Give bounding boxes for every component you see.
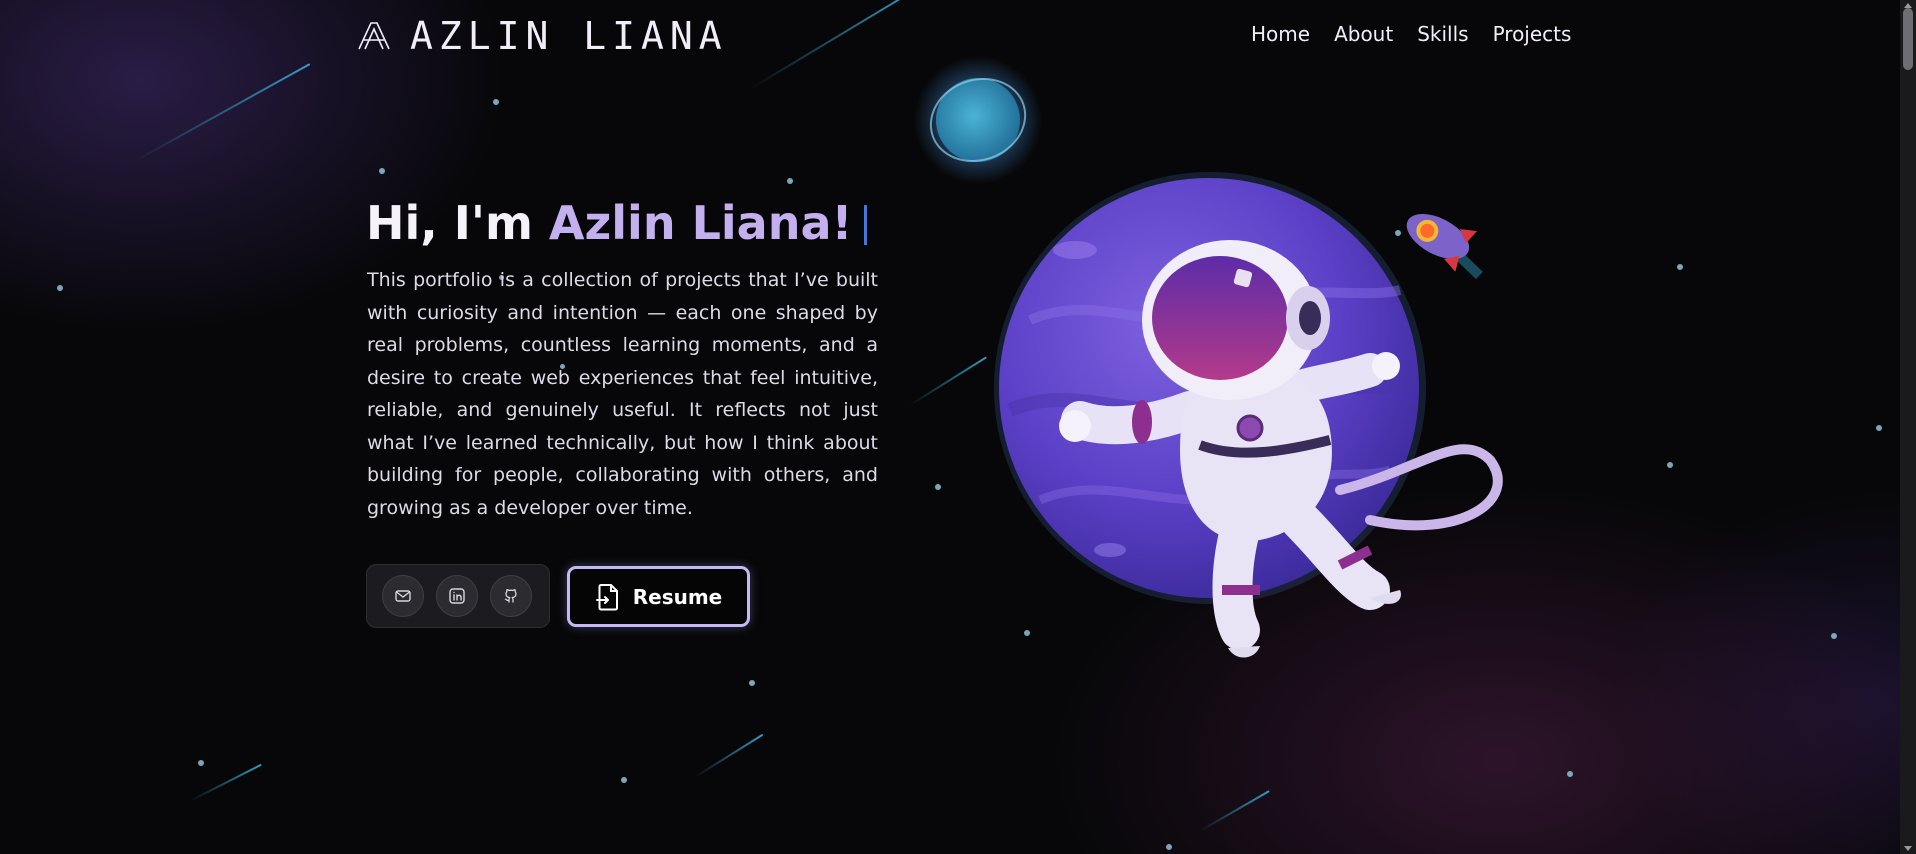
nav-about[interactable]: About [1334, 22, 1393, 46]
star [379, 168, 385, 174]
letter-a-logo-icon [358, 22, 390, 50]
star [1166, 844, 1172, 850]
meteor [134, 63, 311, 162]
main-nav: Home About Skills Projects [1251, 22, 1571, 46]
github-icon [504, 589, 517, 603]
star [1667, 462, 1673, 468]
linkedin-icon [449, 588, 465, 604]
star [57, 285, 63, 291]
star [1677, 264, 1683, 270]
star [198, 760, 204, 766]
hero-name: Azlin Liana! [548, 196, 853, 250]
hero-description: This portfolio is a collection of projec… [367, 269, 878, 519]
scrollbar-thumb[interactable] [1903, 8, 1913, 70]
github-button[interactable] [490, 575, 532, 617]
star [621, 777, 627, 783]
social-links [366, 564, 550, 628]
meteor [189, 763, 262, 802]
page-scrollbar[interactable] [1900, 0, 1916, 854]
email-button[interactable] [382, 575, 424, 617]
hero-title: Hi, I'm Azlin Liana! [366, 196, 868, 250]
typing-caret [864, 205, 868, 245]
star [749, 680, 755, 686]
nav-home[interactable]: Home [1251, 22, 1310, 46]
star [787, 178, 793, 184]
star [1831, 633, 1837, 639]
resume-label: Resume [632, 584, 723, 609]
linkedin-button[interactable] [436, 575, 478, 617]
resume-button[interactable]: Resume [567, 566, 750, 627]
meteor [749, 0, 914, 90]
scroll-down-arrow-icon[interactable] [1904, 846, 1912, 851]
astronaut-planet-illustration [914, 56, 1503, 658]
rocket [1406, 213, 1483, 280]
nav-projects[interactable]: Projects [1493, 22, 1572, 46]
mail-icon [395, 590, 411, 602]
star [1567, 771, 1573, 777]
star [1876, 425, 1882, 431]
nav-skills[interactable]: Skills [1417, 22, 1468, 46]
brand[interactable]: AZLIN LIANA [356, 14, 728, 58]
star [493, 99, 499, 105]
brand-name: AZLIN LIANA [410, 14, 728, 58]
document-arrow-icon [595, 583, 618, 610]
hero-greeting: Hi, I'm [366, 196, 549, 250]
meteor [1199, 790, 1270, 832]
meteor [694, 733, 764, 778]
